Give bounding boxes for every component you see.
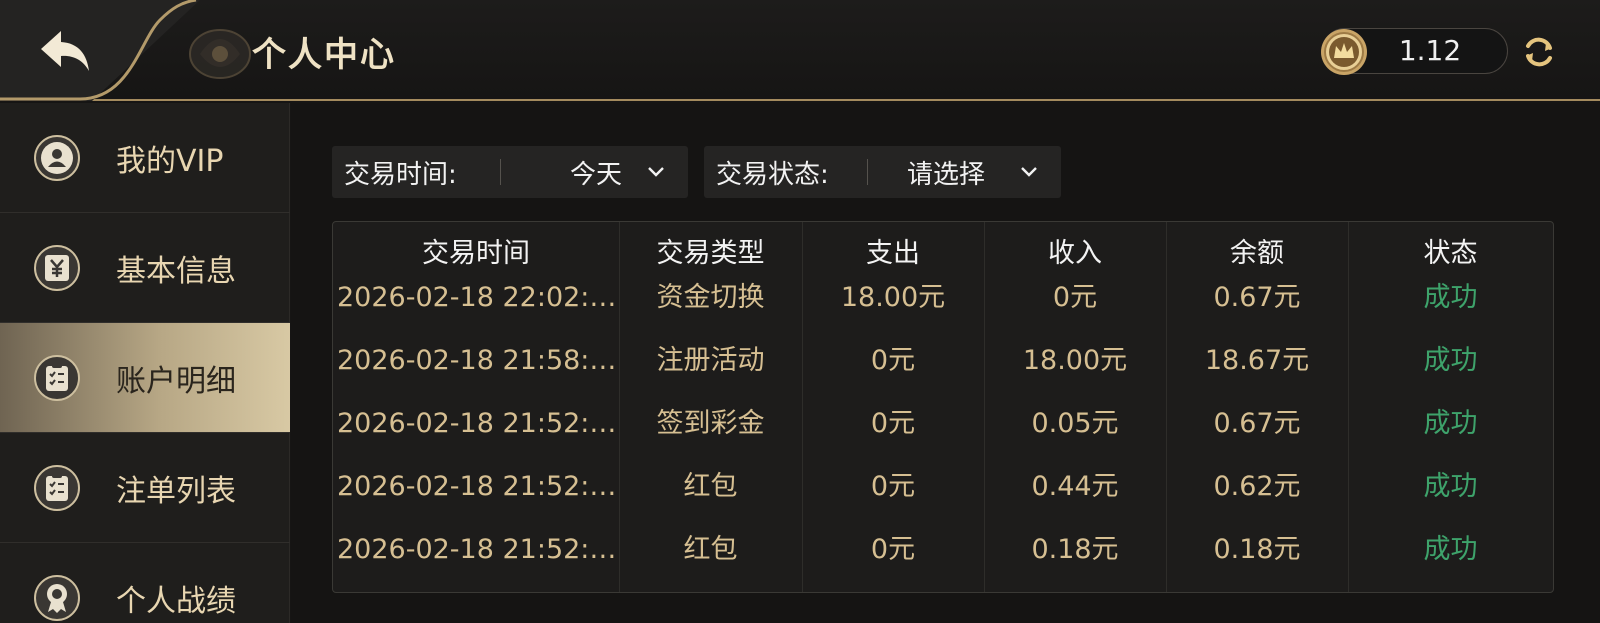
cell-balance: 0.18元: [1213, 534, 1301, 565]
sidebar-item-account-details[interactable]: 账户明细: [0, 323, 290, 433]
cell-type: 红包: [683, 471, 738, 502]
cell-time: 2026-02-18 21:52:…: [337, 471, 617, 502]
page-title: 个人中心: [252, 35, 396, 75]
cell-balance: 0.67元: [1213, 282, 1301, 313]
sidebar-item-label: 个人战绩: [116, 583, 236, 619]
cell-expense: 0元: [870, 345, 916, 376]
transaction-status-filter[interactable]: 交易状态: 请选择: [704, 146, 1061, 198]
cell-income: 0.44元: [1031, 471, 1119, 502]
sidebar-item-label: 注单列表: [116, 473, 236, 509]
cell-status: 成功: [1423, 282, 1478, 313]
ledger-icon: [34, 354, 80, 401]
back-button[interactable]: [34, 22, 96, 80]
column-header-type: 交易类型: [656, 238, 765, 269]
yuan-icon: [34, 244, 80, 291]
column-header-income: 收入: [1048, 238, 1102, 269]
cell-expense: 0元: [870, 408, 916, 439]
cell-time: 2026-02-18 22:02:…: [337, 282, 617, 313]
filter-label: 交易状态:: [716, 159, 829, 190]
cell-type: 红包: [683, 534, 738, 565]
sidebar-item-label: 我的VIP: [116, 143, 224, 179]
sidebar-item-basic-info[interactable]: 基本信息: [0, 213, 290, 323]
cell-type: 资金切换: [656, 282, 765, 313]
cell-time: 2026-02-18 21:58:…: [337, 345, 617, 376]
back-arrow-icon: [41, 31, 89, 71]
emblem-icon: [189, 29, 251, 79]
transactions-table: 交易时间 交易类型 支出 收入 余额 状态 2026-02-18 22:02:……: [332, 221, 1554, 593]
column-header-expense: 支出: [866, 238, 920, 269]
filter-label: 交易时间:: [344, 159, 457, 190]
filter-divider: [867, 159, 868, 185]
cell-income: 0元: [1052, 282, 1098, 313]
cell-time: 2026-02-18 21:52:…: [337, 408, 617, 439]
cell-status: 成功: [1423, 471, 1478, 502]
cell-status: 成功: [1423, 534, 1478, 565]
column-header-status: 状态: [1423, 238, 1478, 269]
cell-expense: 18.00元: [840, 282, 946, 313]
cell-income: 0.05元: [1031, 408, 1119, 439]
sidebar-item-personal-record[interactable]: 个人战绩: [0, 543, 290, 623]
cell-time: 2026-02-18 21:52:…: [337, 534, 617, 565]
cell-income: 0.18元: [1031, 534, 1119, 565]
chevron-down-icon: [1021, 167, 1037, 177]
cell-expense: 0元: [870, 534, 916, 565]
sidebar-menu: 我的VIP 基本信息 账户明细 注单列表 个人战绩: [0, 103, 290, 623]
cell-type: 注册活动: [656, 345, 765, 376]
sidebar-item-bet-list[interactable]: 注单列表: [0, 433, 290, 543]
column-header-time: 交易时间: [422, 238, 530, 269]
cell-status: 成功: [1423, 408, 1478, 439]
top-bar: 个人中心 1.12: [0, 0, 1600, 101]
cell-balance: 0.62元: [1213, 471, 1301, 502]
column-header-balance: 余额: [1230, 238, 1284, 269]
filter-value: 请选择: [907, 159, 986, 190]
cell-status: 成功: [1423, 345, 1478, 376]
medal-icon: [34, 574, 80, 621]
balance-amount: 1.12: [1398, 34, 1462, 67]
cell-balance: 18.67元: [1204, 345, 1310, 376]
sidebar-item-my-vip[interactable]: 我的VIP: [0, 103, 290, 213]
cell-type: 签到彩金: [656, 408, 765, 439]
refresh-icon[interactable]: [1521, 34, 1557, 70]
main-content: 交易时间: 今天 交易状态: 请选择 交易时间 交易类型 支出 收入 余额 状态…: [291, 103, 1600, 623]
ledger-icon: [34, 464, 80, 511]
cell-balance: 0.67元: [1213, 408, 1301, 439]
sidebar-item-label: 账户明细: [116, 363, 236, 399]
filter-divider: [500, 159, 501, 185]
crown-coin-icon: [1321, 29, 1367, 75]
cell-income: 18.00元: [1022, 345, 1128, 376]
user-icon: [34, 134, 80, 181]
chevron-down-icon: [648, 167, 664, 177]
filter-value: 今天: [570, 159, 623, 190]
cell-expense: 0元: [870, 471, 916, 502]
sidebar-item-label: 基本信息: [116, 253, 236, 289]
transaction-time-filter[interactable]: 交易时间: 今天: [332, 146, 688, 198]
header-curve-decoration: [0, 0, 197, 101]
